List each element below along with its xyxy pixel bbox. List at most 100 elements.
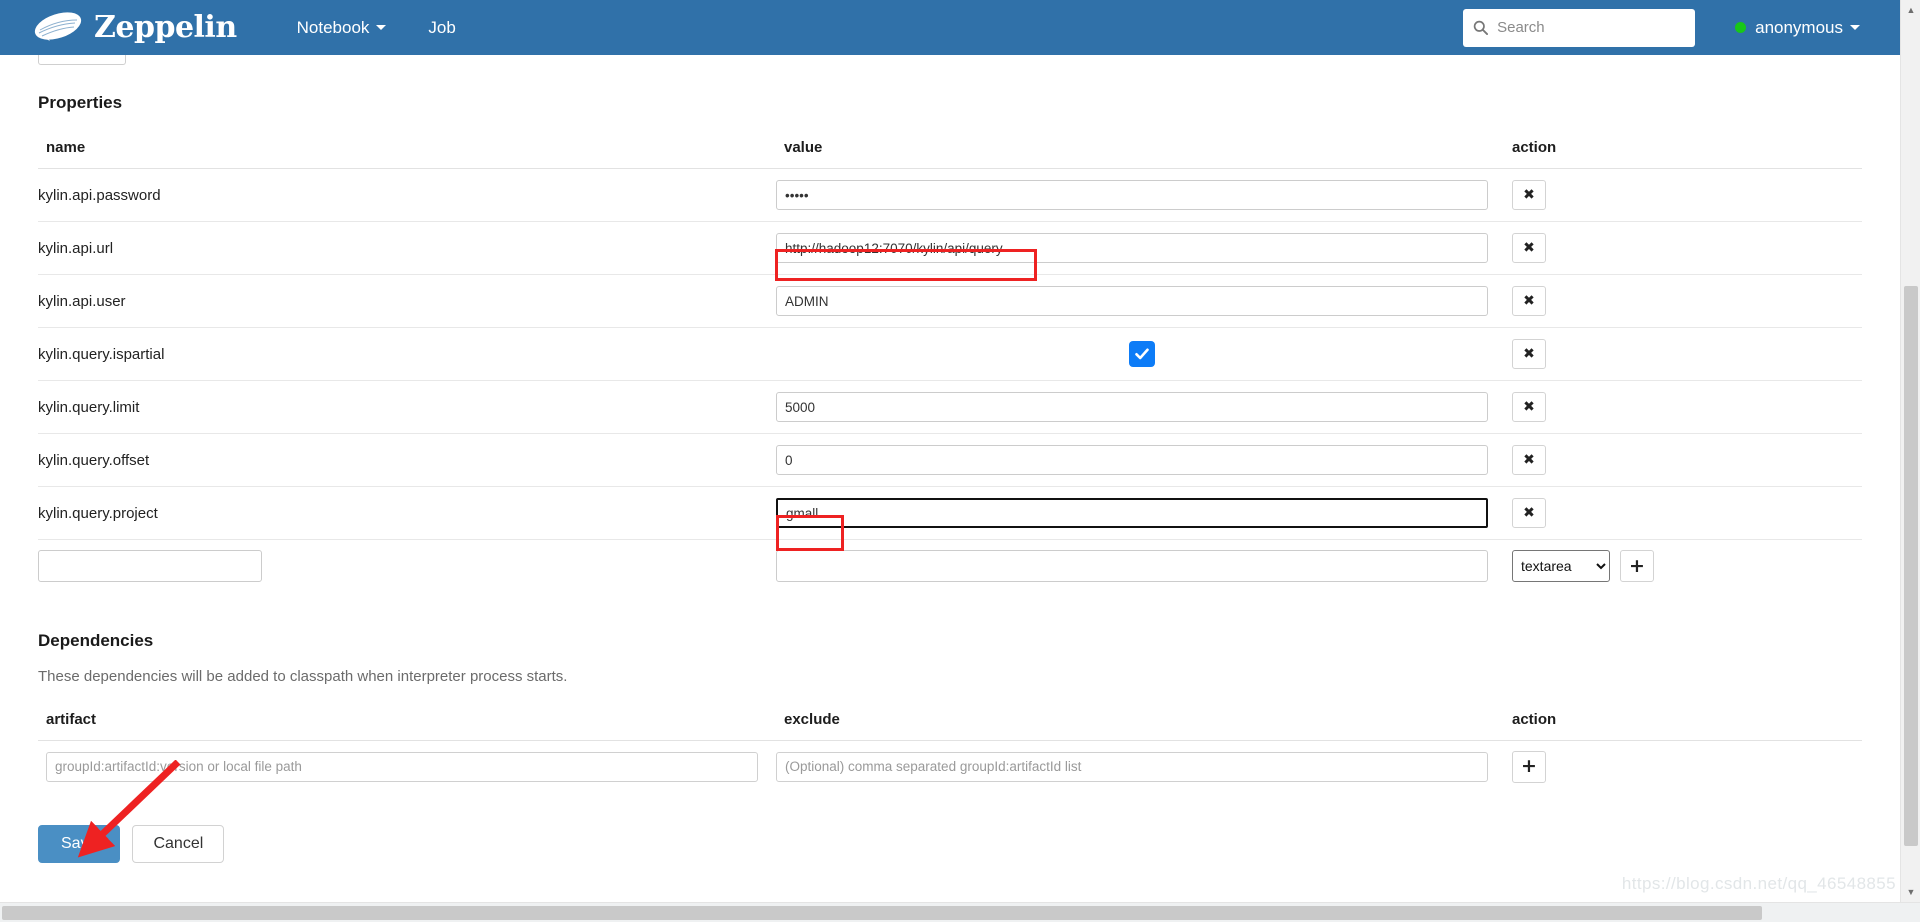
navbar-right: anonymous	[1463, 8, 1860, 47]
table-row: kylin.api.password ✖	[38, 168, 1862, 222]
remove-property-button[interactable]: ✖	[1512, 286, 1546, 316]
property-checkbox-checked[interactable]	[1129, 341, 1155, 367]
property-value-cell	[776, 380, 1504, 434]
remove-property-button[interactable]: ✖	[1512, 392, 1546, 422]
new-property-value-cell	[776, 540, 1504, 593]
property-action-cell: ✖	[1504, 221, 1862, 275]
form-actions: Save Cancel	[38, 825, 1862, 863]
user-name-label: anonymous	[1755, 17, 1843, 37]
property-name: kylin.api.user	[38, 274, 776, 328]
dependencies-col-artifact: artifact	[38, 702, 776, 741]
dependencies-description: These dependencies will be added to clas…	[38, 667, 568, 685]
chevron-down-icon	[1850, 25, 1860, 30]
new-property-type-select[interactable]: textarea	[1512, 550, 1610, 583]
dependencies-section-title: Dependencies	[38, 630, 154, 650]
properties-section-title: Properties	[38, 93, 123, 112]
property-value-input[interactable]	[776, 392, 1488, 422]
dependencies-col-action: action	[1504, 702, 1862, 741]
properties-col-value: value	[776, 131, 1504, 169]
search-input[interactable]	[1495, 18, 1686, 37]
dependency-artifact-input[interactable]	[46, 751, 758, 782]
new-property-name-input[interactable]	[38, 550, 262, 583]
nav-links: Notebook Job	[297, 18, 498, 38]
property-value-cell	[776, 327, 1504, 381]
check-icon	[1135, 348, 1149, 360]
property-value-cell	[776, 433, 1504, 487]
remove-property-button[interactable]: ✖	[1512, 180, 1546, 210]
dependency-artifact-cell	[38, 740, 776, 793]
properties-table: name value action kylin.api.password ✖	[38, 131, 1862, 593]
table-row: kylin.api.url ✖	[38, 221, 1862, 275]
property-value-input[interactable]	[776, 286, 1488, 316]
remove-property-button[interactable]: ✖	[1512, 233, 1546, 263]
new-property-action-cell: textarea +	[1504, 540, 1862, 593]
dependency-action-cell: +	[1504, 740, 1862, 793]
dependency-row: +	[38, 740, 1862, 793]
table-row: kylin.api.user ✖	[38, 274, 1862, 328]
nav-item-notebook[interactable]: Notebook	[297, 18, 387, 38]
save-button[interactable]: Save	[38, 825, 121, 863]
dependency-exclude-input[interactable]	[776, 751, 1488, 782]
property-value-input[interactable]	[776, 233, 1488, 263]
brand-title: Zeppelin	[94, 10, 237, 45]
property-value-cell	[776, 486, 1504, 540]
user-menu[interactable]: anonymous	[1735, 18, 1860, 38]
brand[interactable]: Zeppelin	[30, 10, 237, 45]
properties-col-action: action	[1504, 131, 1862, 169]
add-property-button[interactable]: +	[1620, 550, 1654, 583]
cancel-button[interactable]: Cancel	[132, 825, 225, 863]
top-navbar: Zeppelin Notebook Job Search anonymous	[0, 0, 1900, 55]
chevron-down-icon	[376, 25, 387, 30]
property-action-cell: ✖	[1504, 274, 1862, 328]
vertical-scrollbar[interactable]: ▲ ▼	[1900, 0, 1920, 902]
add-dependency-button[interactable]: +	[1512, 750, 1546, 783]
property-name: kylin.api.password	[38, 168, 776, 222]
property-action-cell: ✖	[1504, 486, 1862, 540]
table-row: kylin.query.limit ✖	[38, 380, 1862, 434]
vertical-scrollbar-thumb[interactable]	[1904, 286, 1918, 846]
scroll-down-arrow-icon[interactable]: ▼	[1901, 882, 1920, 902]
interpreter-settings-content: Properties name value action kylin.api.p…	[0, 55, 1900, 863]
watermark-text: https://blog.csdn.net/qq_46548855	[1621, 874, 1896, 893]
dependencies-table-header-row: artifact exclude action	[38, 702, 1862, 741]
nav-item-job-label: Job	[428, 17, 456, 37]
new-property-name-cell	[38, 540, 776, 593]
property-name: kylin.query.project	[38, 486, 776, 540]
scroll-down-glyph: ▼	[1906, 886, 1916, 897]
property-value-input[interactable]	[776, 498, 1488, 528]
nav-item-job[interactable]: Job	[428, 18, 455, 38]
zeppelin-airship-icon	[30, 11, 86, 45]
property-action-cell: ✖	[1504, 168, 1862, 222]
property-value-cell	[776, 168, 1504, 222]
dependency-exclude-cell	[776, 740, 1504, 793]
property-value-cell	[776, 221, 1504, 275]
nav-item-notebook-label: Notebook	[296, 17, 370, 37]
search-box[interactable]	[1463, 8, 1696, 47]
new-property-value-input[interactable]	[776, 550, 1488, 583]
property-value-cell	[776, 274, 1504, 328]
property-action-cell: ✖	[1504, 380, 1862, 434]
property-name: kylin.query.ispartial	[38, 327, 776, 381]
online-status-icon	[1735, 22, 1747, 33]
remove-property-button[interactable]: ✖	[1512, 339, 1546, 369]
property-name: kylin.query.offset	[38, 433, 776, 487]
remove-property-button[interactable]: ✖	[1512, 498, 1546, 528]
horizontal-scrollbar[interactable]	[0, 902, 1920, 922]
scroll-up-arrow-icon[interactable]: ▲	[1901, 0, 1920, 20]
remove-property-button[interactable]: ✖	[1512, 445, 1546, 475]
properties-table-header-row: name value action	[38, 131, 1862, 169]
scroll-up-glyph: ▲	[1906, 4, 1916, 15]
page-root: Zeppelin Notebook Job Search anonymous P…	[0, 0, 1920, 922]
property-value-input[interactable]	[776, 180, 1488, 210]
property-name: kylin.api.url	[38, 221, 776, 275]
search-icon	[1473, 20, 1495, 35]
properties-col-name: name	[38, 131, 776, 169]
new-property-row: textarea +	[38, 540, 1862, 593]
horizontal-scrollbar-thumb[interactable]	[2, 906, 1762, 920]
property-value-input[interactable]	[776, 445, 1488, 475]
table-row: kylin.query.project ✖	[38, 486, 1862, 540]
property-name: kylin.query.limit	[38, 380, 776, 434]
dependencies-col-exclude: exclude	[776, 702, 1504, 741]
dependencies-table: artifact exclude action +	[38, 702, 1862, 794]
table-row: kylin.query.offset ✖	[38, 433, 1862, 487]
